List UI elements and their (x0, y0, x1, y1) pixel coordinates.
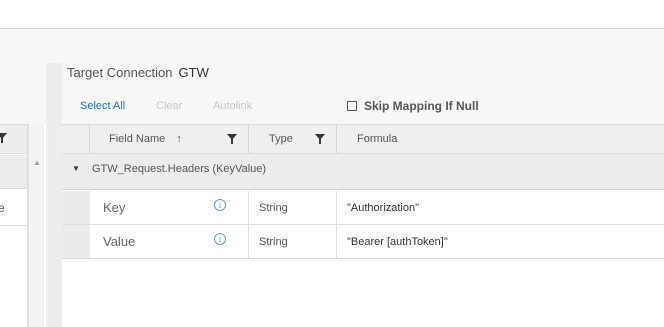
field-name-cell: Key (103, 200, 126, 215)
clear-link[interactable]: Clear (156, 100, 182, 112)
source-group-row (0, 155, 27, 189)
skip-mapping-if-null-checkbox[interactable]: Skip Mapping If Null (347, 99, 479, 113)
source-scrollbar[interactable]: ▲ (28, 124, 44, 327)
type-cell: String (259, 202, 288, 214)
select-all-link[interactable]: Select All (80, 100, 125, 112)
target-connection-name: GTW (178, 65, 209, 80)
group-label: GTW_Request.Headers (KeyValue) (92, 163, 267, 175)
row-gutter[interactable] (62, 225, 90, 258)
funnel-icon[interactable] (315, 134, 325, 144)
formula-cell[interactable]: "Authorization" (347, 202, 419, 214)
target-connection-title: Target Connection GTW (67, 65, 209, 80)
target-connection-label: Target Connection (67, 65, 173, 80)
column-separator[interactable] (336, 125, 337, 153)
scroll-up-arrow-icon[interactable]: ▲ (33, 158, 41, 167)
field-name-cell: Value (103, 234, 136, 249)
type-cell: String (259, 236, 288, 248)
info-icon[interactable]: i (214, 233, 226, 245)
autolink-link[interactable]: Autolink (213, 100, 252, 112)
target-grid-header: Field Name ↑ Type Formula (62, 124, 664, 154)
caret-down-icon[interactable]: ▼ (72, 164, 80, 173)
column-separator[interactable] (248, 125, 249, 153)
funnel-icon[interactable] (227, 134, 237, 144)
info-icon[interactable]: i (214, 199, 226, 211)
column-header-formula[interactable]: Formula (357, 133, 397, 145)
skip-mapping-label: Skip Mapping If Null (364, 99, 479, 113)
checkbox-box[interactable] (347, 101, 357, 111)
funnel-icon[interactable] (0, 133, 7, 143)
cell-divider (248, 191, 249, 224)
table-row[interactable]: Key i String "Authorization" (62, 191, 664, 225)
cell-divider (248, 225, 249, 258)
table-row[interactable]: Value i String "Bearer [authToken]" (62, 225, 664, 259)
panel-splitter[interactable] (46, 63, 62, 327)
cell-divider (336, 191, 337, 224)
column-header-type[interactable]: Type (269, 133, 293, 145)
sort-ascending-icon[interactable]: ↑ (176, 133, 182, 145)
column-header-field-name[interactable]: Field Name ↑ (109, 133, 182, 145)
column-separator[interactable] (89, 125, 90, 153)
cell-divider (336, 225, 337, 258)
source-grid-header (0, 124, 28, 154)
source-row[interactable]: e (0, 190, 27, 226)
top-bar (0, 0, 664, 29)
row-gutter[interactable] (62, 191, 90, 224)
source-row-value: e (0, 201, 5, 215)
field-name-header-label: Field Name (109, 133, 166, 145)
formula-cell[interactable]: "Bearer [authToken]" (347, 236, 448, 248)
group-row-request-headers[interactable]: ▼ GTW_Request.Headers (KeyValue) (62, 154, 664, 190)
